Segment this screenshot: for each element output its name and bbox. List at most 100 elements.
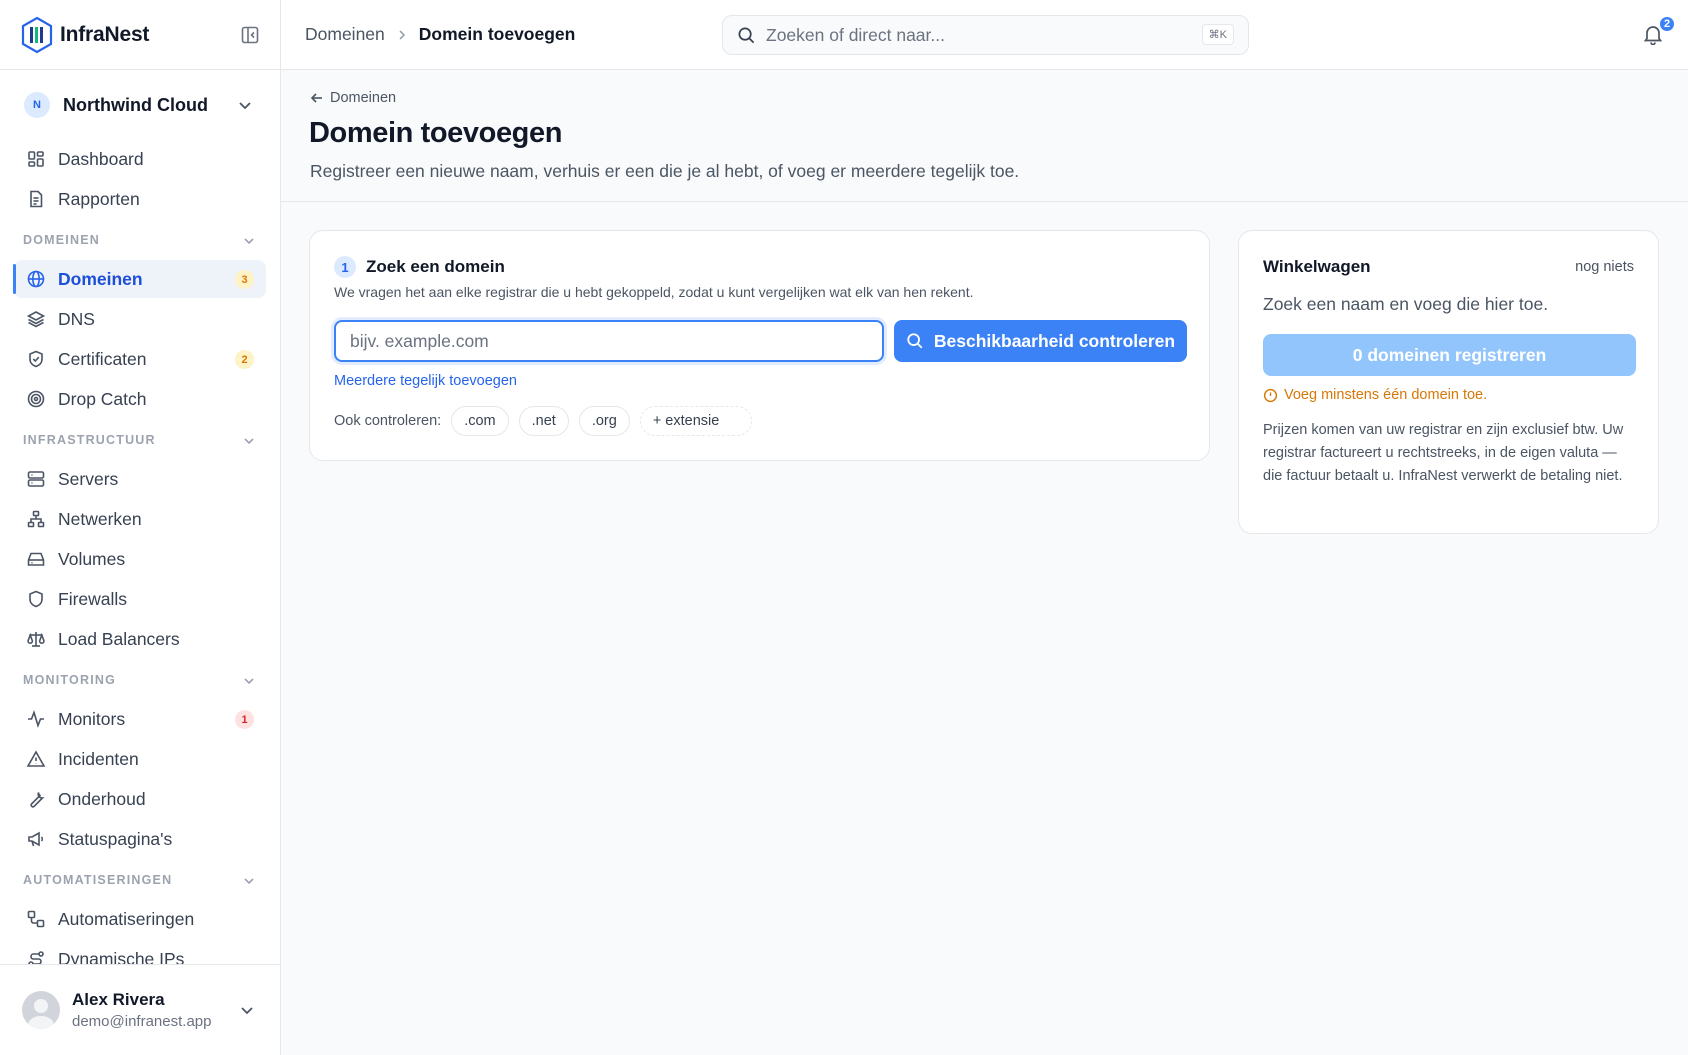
sidebar: InfraNest N Northwind Cloud Dashboard Ra… [0, 0, 281, 1055]
global-search[interactable]: Zoeken of direct naar... ⌘K [722, 15, 1249, 55]
count-badge: 3 [235, 270, 254, 289]
scale-icon [27, 632, 45, 647]
back-link-label: Domeinen [330, 90, 397, 106]
avatar [22, 991, 60, 1029]
activity-icon [28, 710, 44, 728]
step-description: We vragen het aan elke registrar die u h… [334, 284, 974, 300]
hard-drive-icon [27, 552, 45, 566]
sidebar-item-label: Statuspagina's [58, 828, 173, 849]
also-check-label: Ook controleren: [334, 413, 442, 429]
sidebar-item-certificates[interactable]: Certificaten 2 [14, 340, 266, 378]
add-multiple-link[interactable]: Meerdere tegelijk toevoegen [334, 373, 517, 389]
infranest-logo-icon [21, 16, 53, 53]
sidebar-item-status-pages[interactable]: Statuspagina's [14, 820, 266, 858]
server-icon [27, 471, 45, 487]
globe-icon [27, 270, 45, 288]
check-availability-label: Beschikbaarheid controleren [933, 330, 1176, 351]
section-infrastructure[interactable]: INFRASTRUCTUUR [14, 420, 266, 460]
page-title: Domein toevoegen [309, 117, 563, 149]
notification-badge: 2 [1658, 15, 1676, 33]
target-icon [27, 390, 45, 408]
section-domains[interactable]: DOMEINEN [14, 220, 266, 260]
org-avatar: N [24, 92, 50, 118]
sidebar-item-label: Monitors [58, 708, 126, 729]
sidebar-item-label: Incidenten [58, 748, 139, 769]
sidebar-item-maintenance[interactable]: Onderhoud [14, 780, 266, 818]
breadcrumb-link-domains[interactable]: Domeinen [305, 24, 385, 45]
sidebar-item-label: DNS [58, 308, 95, 329]
sidebar-item-label: Drop Catch [58, 388, 147, 409]
count-badge: 1 [235, 710, 254, 729]
sidebar-item-incidents[interactable]: Incidenten [14, 740, 266, 778]
sidebar-item-servers[interactable]: Servers [14, 460, 266, 498]
sidebar-collapse-icon[interactable] [240, 25, 260, 45]
topbar: Domeinen Domein toevoegen Zoeken of dire… [281, 0, 1688, 70]
extension-chip[interactable]: .com [451, 406, 509, 436]
sidebar-item-label: Rapporten [58, 188, 140, 209]
add-extension-chip[interactable]: + extensie [639, 406, 752, 436]
search-placeholder: Zoeken of direct naar... [766, 24, 945, 45]
org-switcher[interactable]: N Northwind Cloud [0, 70, 280, 140]
page-header: Domeinen Domein toevoegen Registreer een… [281, 71, 1688, 202]
cart-warning: Voeg minstens één domein toe. [1263, 387, 1487, 403]
document-icon [30, 190, 43, 208]
sidebar-item-label: Onderhoud [58, 788, 146, 809]
check-availability-button[interactable]: Beschikbaarheid controleren [894, 320, 1187, 362]
chevron-down-icon [244, 878, 254, 885]
dashboard-icon [28, 151, 44, 167]
sidebar-item-volumes[interactable]: Volumes [14, 540, 266, 578]
sidebar-item-label: Automatiseringen [58, 908, 195, 929]
section-automation[interactable]: AUTOMATISERINGEN [14, 860, 266, 900]
sidebar-item-dns[interactable]: DNS [14, 300, 266, 338]
user-info: Alex Rivera demo@infranest.app [72, 990, 211, 1030]
user-email: demo@infranest.app [72, 1013, 212, 1030]
sidebar-item-dashboard[interactable]: Dashboard [14, 140, 266, 178]
page-subtitle: Registreer een nieuwe naam, verhuis er e… [310, 161, 1020, 181]
extension-chip[interactable]: .net [518, 406, 569, 436]
search-icon [907, 333, 923, 349]
chevron-down-icon [244, 438, 254, 445]
section-monitoring[interactable]: MONITORING [14, 660, 266, 700]
step-header: 1 Zoek een domein [334, 256, 505, 278]
sidebar-item-drop-catch[interactable]: Drop Catch [14, 380, 266, 418]
sidebar-item-reports[interactable]: Rapporten [14, 180, 266, 218]
keyboard-shortcut: ⌘K [1201, 24, 1234, 45]
sidebar-item-firewalls[interactable]: Firewalls [14, 580, 266, 618]
brand: InfraNest [0, 0, 280, 70]
sidebar-item-label: Domeinen [58, 268, 143, 289]
domain-input[interactable] [334, 320, 884, 362]
alert-triangle-icon [26, 750, 46, 767]
sidebar-item-load-balancers[interactable]: Load Balancers [14, 620, 266, 658]
chevron-down-icon [244, 678, 254, 685]
cart-pricing-note: Prijzen komen van uw registrar en zijn e… [1263, 422, 1624, 484]
shield-check-icon [29, 350, 43, 368]
cart-hint: Zoek een naam en voeg die hier toe. [1263, 294, 1549, 314]
sidebar-item-label: Netwerken [58, 508, 142, 529]
register-domains-button[interactable]: 0 domeinen registreren [1263, 334, 1636, 376]
shield-icon [29, 590, 43, 608]
brand-name: InfraNest [60, 22, 150, 46]
search-icon [738, 27, 755, 43]
sidebar-item-label: Dashboard [58, 148, 144, 169]
sidebar-item-label: Volumes [58, 548, 126, 569]
user-menu[interactable]: Alex Rivera demo@infranest.app [0, 964, 280, 1055]
section-label: AUTOMATISERINGEN [23, 873, 173, 887]
wrench-icon [30, 792, 45, 808]
count-badge: 2 [235, 350, 254, 369]
chevron-down-icon [239, 102, 251, 110]
layers-icon [26, 311, 46, 328]
breadcrumb: Domeinen Domein toevoegen [305, 24, 575, 45]
network-icon [27, 510, 45, 528]
back-link[interactable]: Domeinen [310, 90, 396, 106]
sidebar-nav: Dashboard Rapporten DOMEINEN Domeinen 3 … [0, 140, 280, 978]
chevron-down-icon [244, 238, 254, 245]
sidebar-item-label: Load Balancers [58, 628, 180, 649]
sidebar-item-label: Firewalls [58, 588, 128, 609]
user-silhouette-icon [28, 999, 54, 1029]
sidebar-item-automations[interactable]: Automatiseringen [14, 900, 266, 938]
sidebar-item-domains[interactable]: Domeinen 3 [13, 260, 266, 298]
extension-chip[interactable]: .org [578, 406, 630, 436]
sidebar-item-monitors[interactable]: Monitors 1 [14, 700, 266, 738]
megaphone-icon [28, 831, 44, 847]
sidebar-item-networks[interactable]: Netwerken [14, 500, 266, 538]
